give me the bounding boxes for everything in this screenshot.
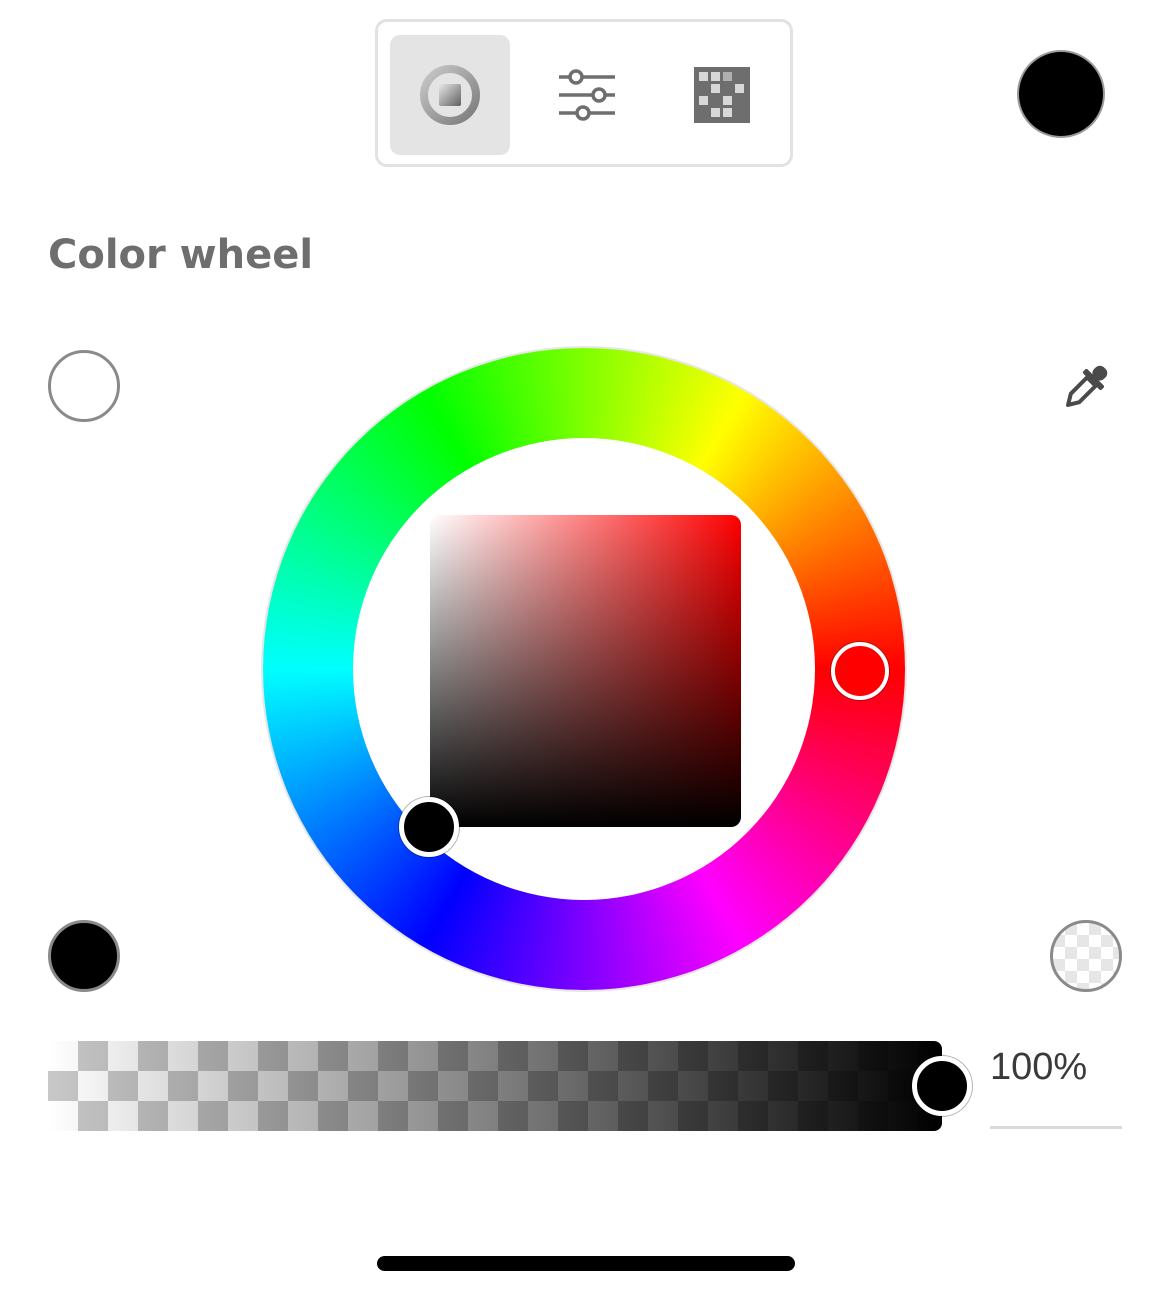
- sliders-mode-button[interactable]: [527, 35, 647, 155]
- black-swatch[interactable]: [48, 920, 120, 992]
- opacity-value-underline: [990, 1126, 1122, 1129]
- saturation-brightness-square[interactable]: [430, 515, 741, 827]
- section-title: Color wheel: [48, 232, 314, 278]
- sliders-icon: [559, 69, 615, 121]
- saturation-brightness-handle[interactable]: [399, 797, 459, 857]
- color-picker-panel: Color wheel 100%: [0, 0, 1170, 1293]
- opacity-slider-handle[interactable]: [912, 1056, 972, 1116]
- opacity-value[interactable]: 100%: [990, 1046, 1087, 1089]
- eyedropper-icon[interactable]: [1055, 358, 1115, 418]
- swatches-grid-icon: [694, 67, 750, 123]
- swatches-mode-button[interactable]: [662, 35, 782, 155]
- opacity-slider-track[interactable]: [48, 1041, 942, 1131]
- hue-handle[interactable]: [831, 642, 889, 700]
- color-wheel-icon: [420, 65, 480, 125]
- white-swatch[interactable]: [48, 350, 120, 422]
- color-wheel-mode-button[interactable]: [390, 35, 510, 155]
- current-color-swatch[interactable]: [1017, 50, 1105, 138]
- transparent-swatch[interactable]: [1050, 920, 1122, 992]
- mode-switcher: [375, 19, 793, 167]
- home-indicator: [377, 1256, 795, 1271]
